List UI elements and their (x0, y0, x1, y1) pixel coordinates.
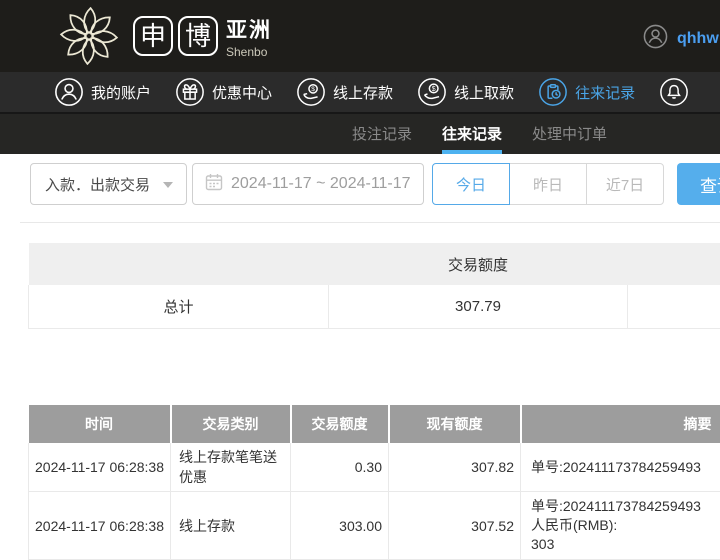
notifications-button[interactable] (659, 77, 689, 107)
col-header-amount: 交易额度 (291, 405, 389, 443)
today-button[interactable]: 今日 (432, 163, 510, 205)
col-header-time: 时间 (29, 405, 171, 443)
cell-time: 2024-11-17 06:28:38 (29, 443, 171, 492)
gift-icon (175, 77, 205, 107)
summary-total-row: 总计 307.79 (29, 285, 720, 328)
username-label: qhhw (677, 30, 719, 48)
search-button[interactable]: 查询 (677, 163, 720, 205)
account-person-icon (54, 77, 84, 107)
nav-item-promotions[interactable]: 优惠中心 (175, 77, 272, 107)
nav-item-withdraw[interactable]: $ 线上取款 (417, 77, 514, 107)
brand-region-label: 亚洲 (226, 14, 272, 44)
col-header-summary: 摘要 (521, 405, 720, 443)
nav-item-transactions[interactable]: 往来记录 (538, 77, 635, 107)
summary-header-empty (29, 243, 329, 285)
bell-icon (659, 77, 689, 107)
tab-transaction-records[interactable]: 往来记录 (442, 114, 502, 154)
col-header-type: 交易类别 (171, 405, 291, 443)
nav-item-label: 优惠中心 (212, 82, 272, 103)
col-header-balance: 现有额度 (389, 405, 521, 443)
summary-line: 303 (531, 535, 719, 554)
date-range-picker[interactable]: 2024-11-17 ~ 2024-11-17 (192, 163, 424, 205)
transaction-type-select[interactable]: 入款．出款交易 (30, 163, 187, 205)
summary-header-empty (628, 243, 720, 285)
logo-seal-shen: 申 (133, 16, 173, 56)
logo-seal-bo: 博 (178, 16, 218, 56)
summary-table: 交易额度 总计 307.79 (28, 243, 720, 329)
cell-amount: 0.30 (291, 443, 389, 492)
tab-processing-orders[interactable]: 处理中订单 (532, 114, 607, 154)
table-row: 2024-11-17 06:28:38 线上存款笔笔送优惠 0.30 307.8… (29, 443, 720, 492)
avatar-icon (643, 24, 668, 54)
transactions-page: { "brand": { "seal_char_1": "申", "seal_c… (0, 0, 720, 526)
quick-date-buttons: 今日 昨日 近7日 (432, 163, 664, 205)
last-7-days-button[interactable]: 近7日 (586, 163, 664, 205)
summary-total-amount: 307.79 (329, 285, 628, 328)
summary-header-row: 交易额度 (29, 243, 720, 285)
lotus-flower-icon (50, 5, 128, 67)
cell-balance: 307.82 (389, 443, 521, 492)
nav-item-deposit[interactable]: $ 线上存款 (296, 77, 393, 107)
transaction-type-value: 入款．出款交易 (31, 174, 150, 195)
records-header-row: 时间 交易类别 交易额度 现有额度 摘要 (29, 405, 720, 443)
summary-line: 单号:202411173784259493 (531, 497, 719, 516)
brand-subtitle: Shenbo (226, 45, 272, 59)
nav-item-label: 往来记录 (575, 82, 635, 103)
summary-line: 单号:202411173784259493 (531, 458, 719, 477)
records-clipboard-clock-icon (538, 77, 568, 107)
nav-item-label: 线上取款 (454, 82, 514, 103)
section-divider (20, 222, 720, 223)
date-range-value: 2024-11-17 ~ 2024-11-17 (231, 175, 411, 193)
summary-empty-cell (628, 285, 720, 328)
site-logo: 申 博 亚洲 Shenbo (50, 5, 272, 67)
summary-header-amount: 交易额度 (329, 243, 628, 285)
nav-item-my-account[interactable]: 我的账户 (54, 77, 151, 107)
svg-text:$: $ (432, 86, 436, 93)
summary-total-label: 总计 (29, 285, 329, 328)
svg-text:$: $ (311, 86, 315, 93)
deposit-coin-hand-icon: $ (296, 77, 326, 107)
withdraw-coin-hand-icon: $ (417, 77, 447, 107)
records-table: 时间 交易类别 交易额度 现有额度 摘要 2024-11-17 06:28:38… (28, 405, 720, 560)
user-account-link[interactable]: qhhw (643, 24, 719, 54)
calendar-icon (205, 173, 223, 196)
cell-type: 线上存款笔笔送优惠 (171, 443, 291, 492)
nav-item-label: 我的账户 (91, 82, 151, 103)
tab-betting-records[interactable]: 投注记录 (352, 114, 412, 154)
top-brand-bar: 申 博 亚洲 Shenbo qhhw (0, 0, 720, 72)
yesterday-button[interactable]: 昨日 (509, 163, 587, 205)
main-navigation: 我的账户 优惠中心 $ 线上存款 (0, 72, 720, 114)
chevron-down-icon (163, 182, 173, 188)
record-tabs: 投注记录 往来记录 处理中订单 (0, 114, 720, 154)
nav-item-label: 线上存款 (333, 82, 393, 103)
cell-summary: 单号:202411173784259493 (521, 443, 720, 492)
